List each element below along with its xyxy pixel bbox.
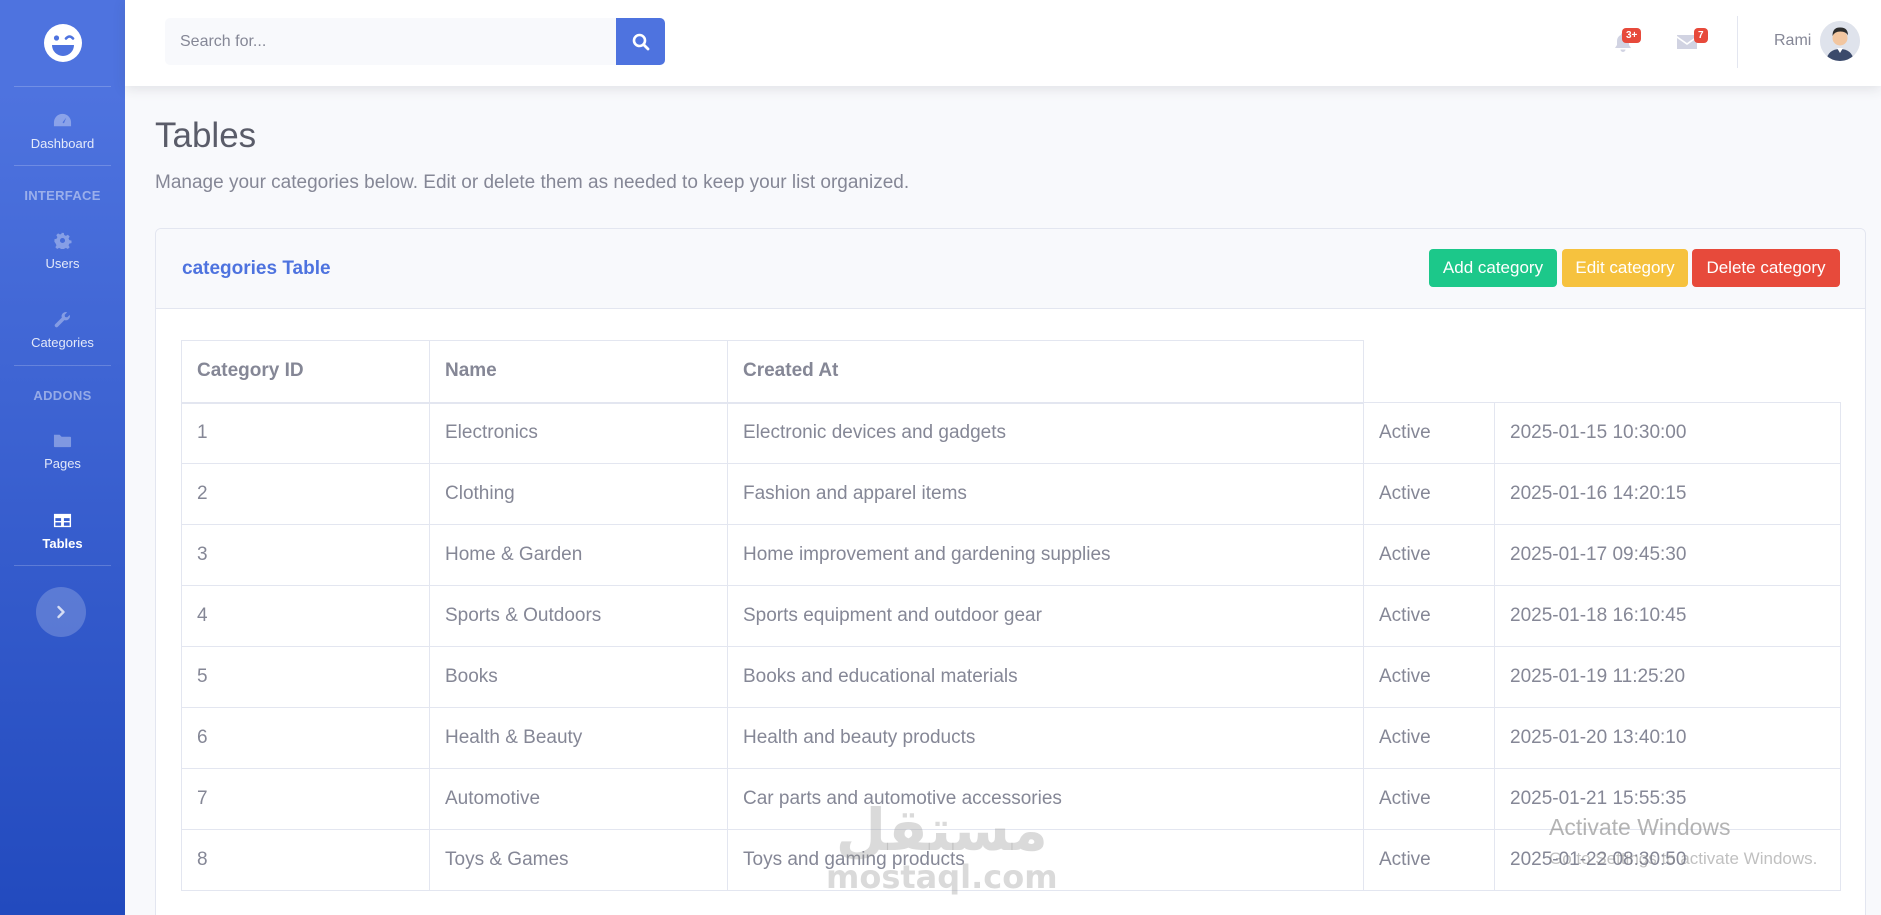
cell-status: Active	[1363, 402, 1495, 464]
search-form	[165, 18, 665, 65]
table-header-row: Category ID Name Created At	[181, 340, 1841, 404]
topbar: 3+ 7 Rami	[125, 0, 1881, 86]
cell-created-at: 2025-01-19 11:25:20	[1494, 646, 1841, 708]
cell-status: Active	[1363, 646, 1495, 708]
table-row[interactable]: 6 Health & Beauty Health and beauty prod…	[181, 707, 1841, 769]
add-category-button[interactable]: Add category	[1429, 249, 1557, 287]
topbar-divider	[1737, 16, 1738, 68]
watermark-english: mostaql.com	[826, 858, 1058, 896]
search-button[interactable]	[616, 18, 665, 65]
cell-name: Books	[429, 646, 728, 708]
wrench-icon	[53, 310, 73, 328]
cell-description: Fashion and apparel items	[727, 463, 1364, 525]
cell-created-at: 2025-01-20 13:40:10	[1494, 707, 1841, 769]
table-row[interactable]: 1 Electronics Electronic devices and gad…	[181, 402, 1841, 464]
sidebar-item-label: Dashboard	[30, 136, 95, 151]
cell-description: Electronic devices and gadgets	[727, 402, 1364, 464]
delete-category-button[interactable]: Delete category	[1692, 249, 1840, 287]
sidebar-divider	[14, 365, 111, 366]
sidebar-item-pages[interactable]: Pages	[0, 420, 125, 482]
search-input[interactable]	[165, 18, 616, 65]
cell-name: Sports & Outdoors	[429, 585, 728, 647]
sidebar-toggle-button[interactable]	[36, 587, 86, 637]
cell-id: 2	[181, 463, 430, 525]
sidebar-heading-addons: ADDONS	[33, 388, 92, 403]
watermark-arabic: مستقل	[835, 796, 1048, 864]
brand-logo[interactable]	[0, 0, 125, 86]
table-row[interactable]: 4 Sports & Outdoors Sports equipment and…	[181, 585, 1841, 647]
cell-description: Home improvement and gardening supplies	[727, 524, 1364, 586]
card-header: categories Table Add category Edit categ…	[156, 229, 1865, 309]
cell-created-at: 2025-01-15 10:30:00	[1494, 402, 1841, 464]
cell-name: Automotive	[429, 768, 728, 830]
cell-created-at: 2025-01-16 14:20:15	[1494, 463, 1841, 525]
cog-icon	[53, 231, 73, 249]
cell-status: Active	[1363, 524, 1495, 586]
cell-created-at: 2025-01-18 16:10:45	[1494, 585, 1841, 647]
messages-dropdown[interactable]: 7	[1674, 26, 1708, 56]
page-description: Manage your categories below. Edit or de…	[155, 172, 910, 193]
cell-id: 8	[181, 829, 430, 891]
messages-badge: 7	[1694, 28, 1708, 43]
sidebar-divider	[14, 86, 111, 87]
edit-category-button[interactable]: Edit category	[1562, 249, 1688, 287]
cell-id: 4	[181, 585, 430, 647]
column-header-empty	[1363, 340, 1495, 403]
sidebar-divider	[14, 565, 111, 566]
cell-description: Health and beauty products	[727, 707, 1364, 769]
cell-name: Clothing	[429, 463, 728, 525]
activate-windows-subtitle: Go to Settings to activate Windows.	[1549, 849, 1818, 868]
tachometer-icon	[53, 111, 73, 129]
cell-status: Active	[1363, 768, 1495, 830]
cell-id: 3	[181, 524, 430, 586]
mostaql-watermark: مستقل mostaql.com	[826, 800, 1058, 894]
column-header-name[interactable]: Name	[429, 340, 728, 404]
cell-id: 5	[181, 646, 430, 708]
alerts-dropdown[interactable]: 3+	[1610, 26, 1644, 56]
sidebar-item-categories[interactable]: Categories	[0, 299, 125, 361]
sidebar-item-tables[interactable]: Tables	[0, 500, 125, 562]
cell-description: Books and educational materials	[727, 646, 1364, 708]
search-icon	[632, 33, 649, 50]
cell-status: Active	[1363, 829, 1495, 891]
cell-created-at: 2025-01-17 09:45:30	[1494, 524, 1841, 586]
cell-description: Sports equipment and outdoor gear	[727, 585, 1364, 647]
page-title: Tables	[155, 116, 257, 155]
cell-id: 7	[181, 768, 430, 830]
card-title: categories Table	[182, 258, 331, 279]
user-name[interactable]: Rami	[1774, 32, 1811, 50]
sidebar-item-label: Pages	[44, 456, 81, 471]
cell-name: Toys & Games	[429, 829, 728, 891]
cell-id: 6	[181, 707, 430, 769]
cell-id: 1	[181, 402, 430, 464]
laugh-wink-icon	[43, 24, 82, 62]
cell-name: Electronics	[429, 402, 728, 464]
alerts-badge: 3+	[1622, 28, 1642, 43]
table-row[interactable]: 5 Books Books and educational materials …	[181, 646, 1841, 708]
table-row[interactable]: 2 Clothing Fashion and apparel items Act…	[181, 463, 1841, 525]
cell-status: Active	[1363, 463, 1495, 525]
cell-name: Home & Garden	[429, 524, 728, 586]
sidebar-divider	[14, 165, 111, 166]
folder-icon	[53, 431, 73, 449]
chevron-right-icon	[57, 605, 65, 619]
sidebar-heading-interface: INTERFACE	[24, 188, 101, 203]
sidebar: Dashboard INTERFACE Users Categories ADD…	[0, 0, 125, 915]
sidebar-item-dashboard[interactable]: Dashboard	[0, 100, 125, 162]
sidebar-item-label: Users	[45, 256, 80, 271]
cell-status: Active	[1363, 585, 1495, 647]
cell-name: Health & Beauty	[429, 707, 728, 769]
column-header-created-at[interactable]: Created At	[727, 340, 1364, 404]
cell-status: Active	[1363, 707, 1495, 769]
activate-windows-title: Activate Windows	[1549, 814, 1731, 840]
sidebar-item-label: Tables	[42, 536, 83, 551]
column-header-empty	[1494, 340, 1841, 403]
avatar[interactable]	[1820, 21, 1860, 61]
column-header-category-id[interactable]: Category ID	[181, 340, 430, 404]
sidebar-item-label: Categories	[31, 335, 94, 350]
sidebar-item-users[interactable]: Users	[0, 220, 125, 282]
table-icon	[53, 511, 73, 529]
table-row[interactable]: 3 Home & Garden Home improvement and gar…	[181, 524, 1841, 586]
